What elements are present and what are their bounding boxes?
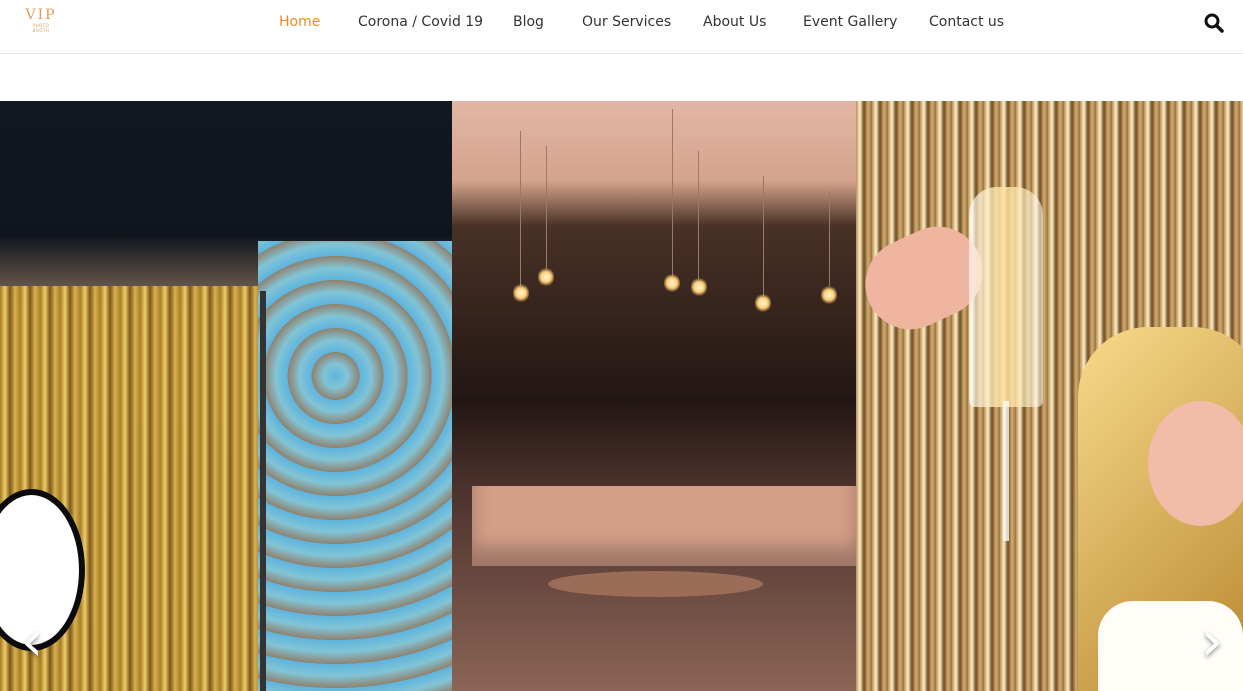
nav-contact-us[interactable]: Contact us	[929, 13, 1004, 33]
pendant-bulb	[691, 277, 707, 297]
search-icon	[1204, 13, 1224, 33]
round-table	[548, 571, 763, 597]
pendant-bulb	[821, 285, 837, 305]
nav-corona-covid-19[interactable]: Corona / Covid 19	[358, 13, 483, 33]
next-slide-button[interactable]: ›	[1194, 614, 1230, 670]
blue-floral-panel	[258, 241, 452, 691]
pendant-wire	[546, 146, 547, 269]
pendant-wire	[520, 131, 521, 286]
nav-home[interactable]: Home	[279, 13, 320, 33]
slide-event-venue	[452, 101, 856, 691]
pendant-wire	[829, 191, 830, 286]
pendant-bulb	[538, 267, 554, 287]
site-header: VIP PHOTO BOOTH Home Corona / Covid 19 B…	[0, 0, 1243, 54]
pendant-bulb	[755, 293, 771, 313]
previous-slide-button[interactable]: ‹	[14, 614, 50, 670]
chevron-left-icon: ‹	[20, 609, 44, 674]
pendant-wire	[763, 176, 764, 296]
slide-photo-booth-backdrop	[0, 101, 452, 691]
nav-blog[interactable]: Blog	[513, 13, 544, 33]
nav-our-services[interactable]: Our Services	[582, 13, 671, 33]
nav-event-gallery[interactable]: Event Gallery	[803, 13, 897, 33]
search-button[interactable]	[1203, 12, 1225, 34]
photo-stand	[260, 291, 266, 691]
guest-face	[1148, 401, 1243, 526]
champagne-glass-stem	[1003, 401, 1009, 541]
lounge-bench	[472, 486, 856, 566]
chevron-right-icon: ›	[1200, 609, 1224, 674]
pendant-bulb	[664, 273, 680, 293]
pendant-wire	[672, 109, 673, 276]
champagne-glass	[969, 187, 1043, 407]
nav-about-us[interactable]: About Us	[703, 13, 766, 33]
pendant-wire	[698, 151, 699, 279]
slide-guest-celebration	[856, 101, 1243, 691]
hero-image-slider[interactable]: ‹ ›	[0, 101, 1243, 691]
pendant-bulb	[513, 283, 529, 303]
main-navigation: Home Corona / Covid 19 Blog Our Services…	[0, 0, 1243, 45]
